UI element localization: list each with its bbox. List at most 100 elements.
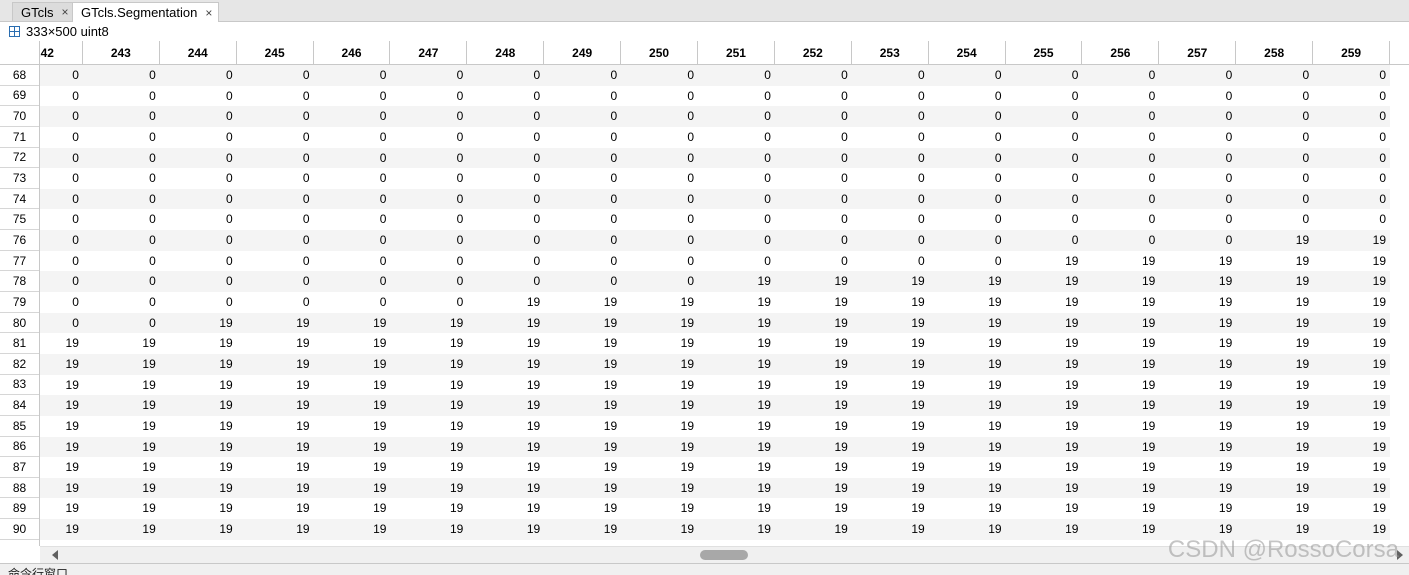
table-cell[interactable]: 19 bbox=[1313, 375, 1390, 396]
table-cell[interactable]: 0 bbox=[544, 65, 621, 86]
table-cell[interactable]: 0 bbox=[467, 230, 544, 251]
table-cell[interactable]: 19 bbox=[1236, 395, 1313, 416]
row-header[interactable]: 90 bbox=[0, 519, 39, 540]
table-cell[interactable]: 19 bbox=[1159, 416, 1236, 437]
column-header[interactable]: 243 bbox=[83, 41, 160, 64]
table-cell[interactable]: 0 bbox=[390, 209, 467, 230]
table-cell[interactable]: 0 bbox=[852, 148, 929, 169]
table-cell[interactable]: 0 bbox=[1313, 106, 1390, 127]
table-cell[interactable]: 19 bbox=[544, 498, 621, 519]
column-header[interactable]: 252 bbox=[775, 41, 852, 64]
table-cell[interactable]: 0 bbox=[1006, 127, 1083, 148]
table-cell[interactable]: 0 bbox=[467, 127, 544, 148]
table-cell[interactable]: 19 bbox=[314, 375, 391, 396]
table-cell[interactable]: 19 bbox=[929, 271, 1006, 292]
table-cell[interactable]: 0 bbox=[852, 127, 929, 148]
row-header[interactable]: 88 bbox=[0, 478, 39, 499]
table-cell[interactable]: 19 bbox=[1082, 354, 1159, 375]
table-cell[interactable]: 0 bbox=[160, 251, 237, 272]
table-cell[interactable]: 19 bbox=[929, 498, 1006, 519]
table-cell[interactable]: 0 bbox=[40, 106, 83, 127]
table-cell[interactable]: 0 bbox=[621, 251, 698, 272]
table-cell[interactable]: 0 bbox=[1082, 86, 1159, 107]
table-cell[interactable]: 19 bbox=[621, 333, 698, 354]
table-cell[interactable]: 19 bbox=[83, 478, 160, 499]
grid-corner[interactable] bbox=[0, 41, 40, 65]
table-cell[interactable]: 19 bbox=[467, 457, 544, 478]
table-cell[interactable]: 19 bbox=[40, 395, 83, 416]
table-cell[interactable]: 19 bbox=[929, 437, 1006, 458]
table-cell[interactable]: 0 bbox=[1006, 189, 1083, 210]
table-cell[interactable]: 19 bbox=[1236, 292, 1313, 313]
table-cell[interactable]: 0 bbox=[160, 127, 237, 148]
table-cell[interactable]: 19 bbox=[929, 416, 1006, 437]
table-cell[interactable]: 19 bbox=[314, 478, 391, 499]
table-cell[interactable]: 19 bbox=[1236, 498, 1313, 519]
table-cell[interactable]: 19 bbox=[83, 416, 160, 437]
table-cell[interactable]: 19 bbox=[1159, 395, 1236, 416]
table-cell[interactable]: 0 bbox=[390, 251, 467, 272]
table-cell[interactable]: 19 bbox=[467, 416, 544, 437]
table-cell[interactable]: 0 bbox=[40, 271, 83, 292]
table-cell[interactable]: 0 bbox=[1006, 106, 1083, 127]
table-cell[interactable]: 0 bbox=[237, 251, 314, 272]
table-cell[interactable]: 19 bbox=[160, 498, 237, 519]
table-cell[interactable]: 19 bbox=[237, 457, 314, 478]
table-cell[interactable]: 19 bbox=[544, 478, 621, 499]
table-cell[interactable]: 19 bbox=[1006, 478, 1083, 499]
table-cell[interactable]: 0 bbox=[1236, 127, 1313, 148]
table-cell[interactable]: 19 bbox=[698, 375, 775, 396]
table-cell[interactable]: 0 bbox=[390, 168, 467, 189]
table-cell[interactable]: 19 bbox=[160, 416, 237, 437]
table-cell[interactable]: 0 bbox=[1006, 209, 1083, 230]
table-cell[interactable]: 19 bbox=[160, 375, 237, 396]
table-cell[interactable]: 0 bbox=[1313, 86, 1390, 107]
table-cell[interactable]: 19 bbox=[1082, 333, 1159, 354]
table-cell[interactable]: 19 bbox=[467, 333, 544, 354]
table-cell[interactable]: 0 bbox=[1082, 127, 1159, 148]
table-cell[interactable]: 19 bbox=[852, 519, 929, 540]
table-cell[interactable]: 19 bbox=[929, 519, 1006, 540]
row-header[interactable]: 84 bbox=[0, 395, 39, 416]
table-cell[interactable]: 0 bbox=[1236, 168, 1313, 189]
table-cell[interactable]: 19 bbox=[698, 457, 775, 478]
table-cell[interactable]: 19 bbox=[621, 478, 698, 499]
table-cell[interactable]: 19 bbox=[1313, 478, 1390, 499]
table-cell[interactable]: 19 bbox=[314, 313, 391, 334]
table-cell[interactable]: 0 bbox=[1159, 230, 1236, 251]
table-cell[interactable]: 19 bbox=[237, 375, 314, 396]
table-cell[interactable]: 0 bbox=[852, 209, 929, 230]
table-cell[interactable]: 0 bbox=[314, 106, 391, 127]
table-cell[interactable]: 0 bbox=[83, 230, 160, 251]
table-cell[interactable]: 0 bbox=[621, 189, 698, 210]
table-cell[interactable]: 0 bbox=[83, 209, 160, 230]
scrollbar-thumb[interactable] bbox=[700, 550, 748, 560]
table-cell[interactable]: 0 bbox=[467, 209, 544, 230]
table-cell[interactable]: 0 bbox=[237, 86, 314, 107]
table-cell[interactable]: 19 bbox=[1082, 251, 1159, 272]
column-header[interactable]: 242 bbox=[40, 41, 83, 64]
table-cell[interactable]: 0 bbox=[40, 168, 83, 189]
row-header[interactable]: 74 bbox=[0, 189, 39, 210]
table-cell[interactable]: 19 bbox=[467, 498, 544, 519]
table-cell[interactable]: 19 bbox=[852, 313, 929, 334]
table-cell[interactable]: 19 bbox=[698, 437, 775, 458]
table-cell[interactable]: 0 bbox=[852, 168, 929, 189]
table-cell[interactable]: 0 bbox=[621, 168, 698, 189]
table-cell[interactable]: 19 bbox=[467, 375, 544, 396]
table-cell[interactable]: 0 bbox=[1236, 106, 1313, 127]
row-header[interactable]: 86 bbox=[0, 437, 39, 458]
table-cell[interactable]: 0 bbox=[698, 168, 775, 189]
table-cell[interactable]: 0 bbox=[698, 148, 775, 169]
table-cell[interactable]: 19 bbox=[314, 498, 391, 519]
table-cell[interactable]: 19 bbox=[390, 375, 467, 396]
table-cell[interactable]: 19 bbox=[698, 313, 775, 334]
row-header[interactable]: 87 bbox=[0, 457, 39, 478]
table-cell[interactable]: 19 bbox=[1006, 333, 1083, 354]
table-cell[interactable]: 0 bbox=[852, 230, 929, 251]
table-cell[interactable]: 0 bbox=[467, 168, 544, 189]
scroll-left-icon[interactable] bbox=[52, 550, 58, 560]
table-cell[interactable]: 19 bbox=[775, 416, 852, 437]
table-cell[interactable]: 0 bbox=[1236, 86, 1313, 107]
column-header[interactable]: 253 bbox=[852, 41, 929, 64]
